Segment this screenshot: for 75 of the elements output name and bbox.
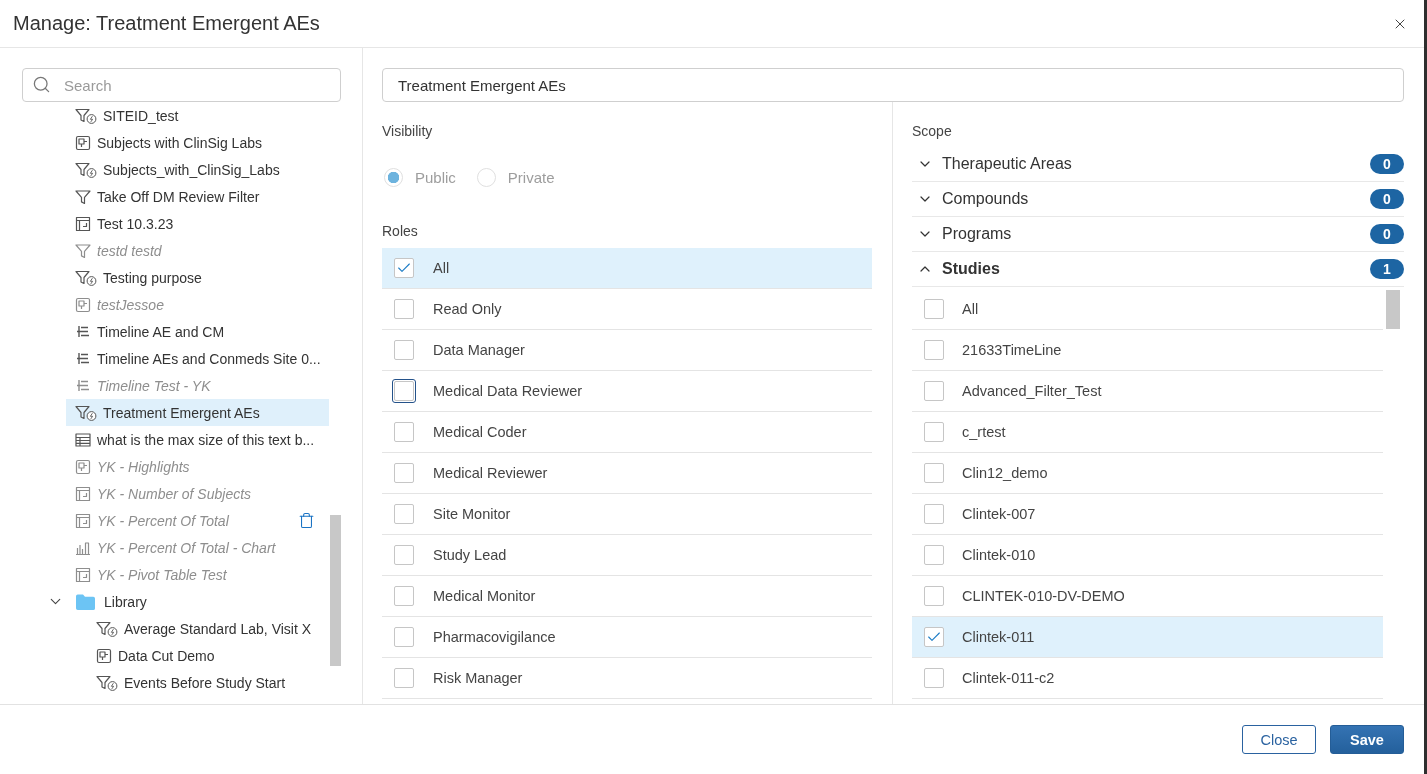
tree-item[interactable]: Test 10.3.23 <box>66 210 329 237</box>
checkbox[interactable] <box>394 504 414 524</box>
role-option[interactable]: All <box>382 248 872 289</box>
pivot-table-icon <box>75 215 91 232</box>
filter-icon <box>75 188 91 205</box>
count-badge: 0 <box>1370 224 1404 244</box>
checkbox[interactable] <box>394 258 414 278</box>
checkbox[interactable] <box>924 422 944 442</box>
count-badge: 1 <box>1370 259 1404 279</box>
tree-item[interactable]: Take Off DM Review Filter <box>66 183 329 210</box>
panel-layout-icon <box>75 296 91 313</box>
table-icon <box>75 431 91 448</box>
pivot-table-icon <box>75 566 91 583</box>
tree-item[interactable]: Events Before Study Start <box>87 669 329 696</box>
trash-icon[interactable] <box>298 512 315 529</box>
search-field[interactable]: Search <box>22 68 341 102</box>
checkbox[interactable] <box>394 299 414 319</box>
checkbox[interactable] <box>394 340 414 360</box>
tree-item[interactable]: what is the max size of this text b... <box>66 426 329 453</box>
checkbox[interactable] <box>924 586 944 606</box>
checkbox[interactable] <box>924 545 944 565</box>
tree-item[interactable]: Timeline AEs and Conmeds Site 0... <box>66 345 329 372</box>
tree-folder[interactable]: Library <box>66 588 329 615</box>
checkbox[interactable] <box>394 668 414 688</box>
filter-lightning-icon <box>75 161 97 178</box>
checkbox[interactable] <box>394 545 414 565</box>
scrollbar-thumb[interactable] <box>1386 290 1400 329</box>
tree-item[interactable]: Treatment Emergent AEs <box>66 399 329 426</box>
panel-layout-icon <box>75 458 91 475</box>
tree-item[interactable]: Average Standard Lab, Visit X <box>87 615 329 642</box>
chart-icon <box>75 539 91 556</box>
panel-layout-icon <box>75 134 91 151</box>
checkbox[interactable] <box>394 463 414 483</box>
checkbox[interactable] <box>924 463 944 483</box>
pivot-table-icon <box>75 485 91 502</box>
section-label: Roles <box>382 223 418 239</box>
filter-lightning-icon <box>75 107 97 124</box>
tree-item[interactable]: Subjects with ClinSig Labs <box>66 129 329 156</box>
close-button[interactable]: Close <box>1242 725 1316 754</box>
scrollbar-thumb[interactable] <box>330 515 341 666</box>
tree-item[interactable]: Timeline AE and CM <box>66 318 329 345</box>
save-button[interactable]: Save <box>1330 725 1404 754</box>
filter-lightning-icon <box>96 620 118 637</box>
filter-icon <box>75 242 91 259</box>
checkbox[interactable] <box>924 668 944 688</box>
checkbox[interactable] <box>924 381 944 401</box>
filter-lightning-icon <box>75 269 97 286</box>
name-input[interactable]: Treatment Emergent AEs <box>382 68 1404 102</box>
tree-item[interactable]: Testing purpose <box>66 264 329 291</box>
timeline-icon <box>75 323 91 340</box>
checkbox[interactable] <box>924 627 944 647</box>
checkbox[interactable] <box>394 422 414 442</box>
tree-item[interactable]: SITEID_test <box>66 102 329 129</box>
study-option[interactable]: Clintek-011 <box>912 617 1383 658</box>
dialog-title: Manage: Treatment Emergent AEs <box>13 12 320 35</box>
radio-label: Private <box>507 168 555 186</box>
checkbox[interactable] <box>394 627 414 647</box>
checkbox[interactable] <box>924 504 944 524</box>
checkbox[interactable] <box>924 340 944 360</box>
panel-layout-icon <box>96 647 112 664</box>
count-badge: 0 <box>1370 154 1404 174</box>
timeline-icon <box>75 350 91 367</box>
checkbox[interactable] <box>924 299 944 319</box>
search-icon <box>32 75 51 94</box>
radio-label: Public <box>415 168 456 186</box>
timeline-icon <box>75 377 91 394</box>
filter-lightning-icon <box>75 404 97 421</box>
checkbox[interactable] <box>394 586 414 606</box>
section-label: Visibility <box>382 123 433 139</box>
section-label: Scope <box>912 123 952 139</box>
pivot-table-icon <box>75 512 91 529</box>
tree-item[interactable]: Subjects_with_ClinSig_Labs <box>66 156 329 183</box>
filter-lightning-icon <box>96 674 118 691</box>
count-badge: 0 <box>1370 189 1404 209</box>
tree-item[interactable]: Data Cut Demo <box>87 642 329 669</box>
